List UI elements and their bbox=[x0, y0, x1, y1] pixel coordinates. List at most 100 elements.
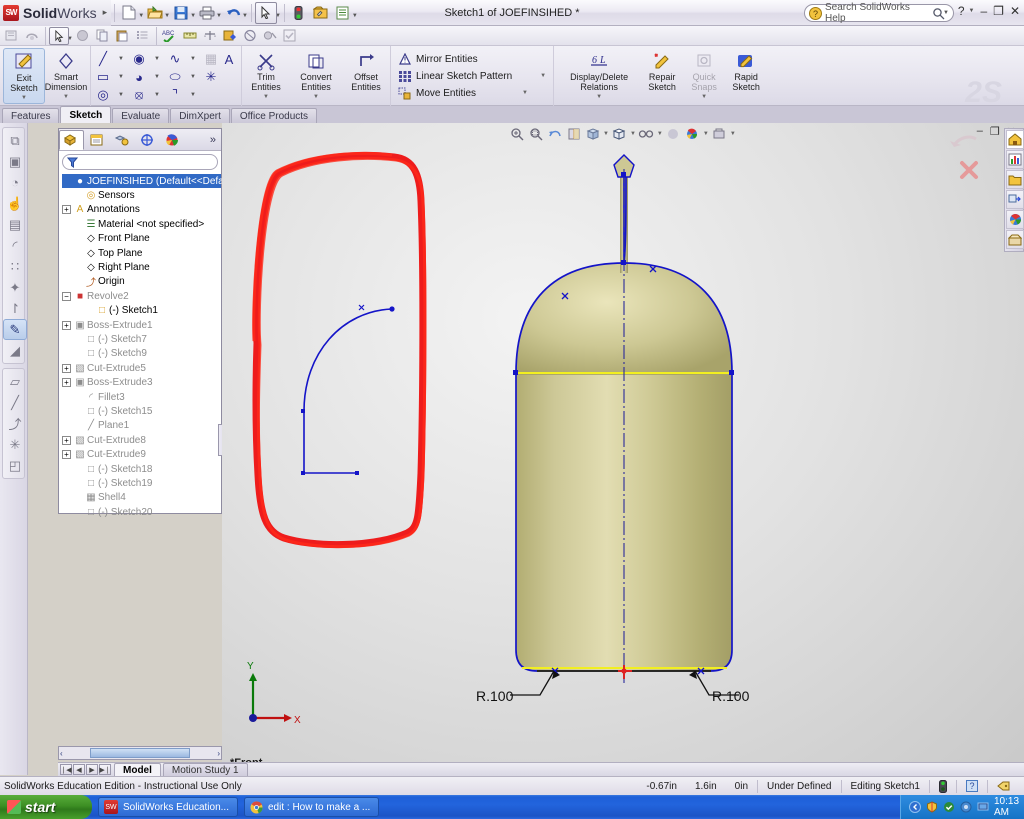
zoom-to-fit-icon[interactable] bbox=[73, 27, 93, 45]
reference-plane-icon[interactable]: ▱ bbox=[3, 371, 27, 392]
chevron-down-icon[interactable]: ▼ bbox=[701, 92, 707, 102]
tree-item-boss-extrude3[interactable]: + ▣ Boss-Extrude3 bbox=[62, 375, 221, 389]
feature-tree-filter[interactable] bbox=[62, 154, 218, 170]
rapid-sketch-button[interactable]: Rapid Sketch bbox=[725, 48, 767, 92]
undo-button[interactable] bbox=[222, 2, 244, 24]
bill-of-materials-icon[interactable] bbox=[133, 27, 153, 45]
rapid-sketch-tool-icon[interactable]: ✎ bbox=[3, 319, 27, 340]
search-help-box[interactable]: ? Search SolidWorks Help ▼ bbox=[804, 2, 954, 24]
last-tab-button[interactable]: ▶❘ bbox=[99, 764, 111, 775]
text-icon[interactable]: A bbox=[225, 52, 234, 67]
line-icon[interactable]: ╱ bbox=[99, 51, 107, 67]
tree-overflow-button[interactable]: » bbox=[210, 134, 221, 146]
tab-sketch[interactable]: Sketch bbox=[60, 106, 112, 123]
antivirus-icon[interactable] bbox=[943, 801, 955, 814]
sketch-endpoints-left[interactable] bbox=[301, 306, 395, 475]
tree-item-sketch19[interactable]: □ (-) Sketch19 bbox=[62, 476, 221, 490]
security-center-icon[interactable] bbox=[960, 801, 972, 814]
solidworks-logo[interactable]: SW SolidWorks ▸ bbox=[0, 0, 112, 26]
tree-item-plane1[interactable]: ╱ Plane1 bbox=[62, 419, 221, 433]
tree-item-cut-extrude8[interactable]: + ▧ Cut-Extrude8 bbox=[62, 433, 221, 447]
rib-feature-icon[interactable]: ✦ bbox=[3, 277, 27, 298]
repair-sketch-button[interactable]: Repair Sketch bbox=[641, 48, 683, 92]
expand-icon[interactable]: + bbox=[62, 320, 71, 330]
options-button[interactable] bbox=[310, 2, 332, 24]
property-manager-tab[interactable] bbox=[84, 130, 109, 150]
chevron-down-icon[interactable]: ▼ bbox=[190, 56, 196, 62]
reference-point-icon[interactable]: ✳ bbox=[3, 434, 27, 455]
dimxpert-manager-tab[interactable] bbox=[134, 130, 159, 150]
tree-item-top-plane[interactable]: ◇ Top Plane bbox=[62, 246, 221, 260]
graphics-area[interactable]: ▼ ▼ ▼ ▼ ▼ – ❐ ✕ bbox=[222, 123, 1024, 775]
arc-icon[interactable]: ◕ bbox=[135, 70, 143, 85]
open-document-button[interactable] bbox=[144, 2, 166, 24]
section-properties-icon[interactable] bbox=[240, 27, 260, 45]
rebuild-button[interactable] bbox=[288, 2, 310, 24]
rotate-view-icon[interactable] bbox=[22, 27, 42, 45]
tree-item-annotations[interactable]: + A Annotations bbox=[62, 203, 221, 217]
menu-expand-icon[interactable]: ▸ bbox=[103, 7, 108, 18]
chevron-down-icon[interactable]: ▼ bbox=[190, 92, 196, 98]
tab-office-products[interactable]: Office Products bbox=[230, 108, 318, 123]
exit-sketch-button[interactable]: Exit Sketch ▼ bbox=[3, 48, 45, 104]
revolved-boss-icon[interactable]: ◔ bbox=[3, 172, 27, 193]
expand-icon[interactable]: + bbox=[62, 205, 71, 215]
tree-item-material[interactable]: ☰ Material <not specified> bbox=[62, 217, 221, 231]
linear-sketch-pattern-item[interactable]: Linear Sketch Pattern ▼ bbox=[398, 68, 546, 85]
next-tab-button[interactable]: ▶ bbox=[86, 764, 98, 775]
reference-axis-icon[interactable]: ╱ bbox=[3, 392, 27, 413]
convert-entities-button[interactable]: Convert Entities ▼ bbox=[287, 48, 345, 102]
taskbar-item-chrome[interactable]: edit : How to make a ... bbox=[243, 797, 380, 817]
tag-icon[interactable] bbox=[987, 779, 1020, 793]
scrollbar-thumb[interactable] bbox=[90, 748, 190, 758]
select-tool-button[interactable] bbox=[49, 26, 69, 45]
chevron-down-icon[interactable]: ▼ bbox=[21, 93, 27, 103]
draft-feature-icon[interactable]: ◢ bbox=[3, 340, 27, 361]
mirror-entities-item[interactable]: Mirror Entities bbox=[398, 51, 546, 68]
tree-item-sketch20[interactable]: □ (-) Sketch20 bbox=[62, 505, 221, 519]
tree-item-sketch18[interactable]: □ (-) Sketch18 bbox=[62, 462, 221, 476]
chevron-down-icon[interactable]: ▼ bbox=[118, 74, 124, 80]
shield-icon[interactable] bbox=[926, 801, 938, 814]
previous-tab-button[interactable]: ◀ bbox=[73, 764, 85, 775]
taskbar-clock[interactable]: 10:13 AM bbox=[994, 796, 1024, 818]
chevron-down-icon[interactable]: ▼ bbox=[118, 92, 124, 98]
lofted-boss-icon[interactable]: ▤ bbox=[3, 214, 27, 235]
sketch-picture-icon[interactable]: ▦ bbox=[205, 51, 217, 67]
rebuild-status-icon[interactable] bbox=[929, 779, 956, 793]
tab-dimxpert[interactable]: DimXpert bbox=[170, 108, 230, 123]
chevron-down-icon[interactable]: ▼ bbox=[313, 92, 319, 102]
copy-icon[interactable] bbox=[93, 27, 113, 45]
point-icon[interactable]: ✳ bbox=[206, 69, 217, 85]
chevron-down-icon[interactable]: ▼ bbox=[63, 92, 69, 102]
tree-item-sketch1[interactable]: □ (-) Sketch1 bbox=[62, 304, 221, 318]
zoom-in-out-icon[interactable] bbox=[2, 27, 22, 45]
document-properties-button[interactable] bbox=[332, 2, 354, 24]
restore-button[interactable]: ❐ bbox=[993, 4, 1004, 18]
chevron-down-icon[interactable]: ▼ bbox=[596, 92, 602, 102]
tree-item-shell4[interactable]: ▦ Shell4 bbox=[62, 491, 221, 505]
spline-icon[interactable]: ∿ bbox=[170, 51, 181, 67]
ellipse-icon[interactable]: ⬭ bbox=[169, 69, 180, 85]
expand-icon[interactable]: + bbox=[62, 450, 71, 460]
display-manager-tab[interactable] bbox=[159, 130, 184, 150]
tab-model[interactable]: Model bbox=[114, 763, 161, 776]
tree-item-fillet3[interactable]: ◜ Fillet3 bbox=[62, 390, 221, 404]
chevron-down-icon[interactable]: ▼ bbox=[263, 92, 269, 102]
slot-icon[interactable]: ◎ bbox=[97, 87, 108, 103]
mass-properties-icon[interactable] bbox=[200, 27, 220, 45]
linear-pattern-icon[interactable]: ∷ bbox=[3, 256, 27, 277]
save-button[interactable] bbox=[170, 2, 192, 24]
smart-dimension-button[interactable]: Smart Dimension ▼ bbox=[45, 48, 87, 102]
solidworks-resources-icon[interactable] bbox=[1006, 130, 1024, 149]
tree-horizontal-scrollbar[interactable]: ‹ › bbox=[58, 746, 222, 760]
help-button[interactable]: ? bbox=[958, 4, 965, 18]
first-tab-button[interactable]: ❘◀ bbox=[60, 764, 72, 775]
custom-properties-icon[interactable] bbox=[1006, 230, 1024, 249]
file-explorer-icon[interactable] bbox=[1006, 170, 1024, 189]
dimension-radius-left[interactable]: R.100 bbox=[476, 670, 560, 704]
trim-entities-button[interactable]: Trim Entities ▼ bbox=[245, 48, 287, 102]
design-checker-icon[interactable] bbox=[280, 27, 300, 45]
chevron-down-icon[interactable]: ▼ bbox=[540, 73, 546, 79]
chevron-down-icon[interactable]: ▼ bbox=[522, 90, 528, 96]
